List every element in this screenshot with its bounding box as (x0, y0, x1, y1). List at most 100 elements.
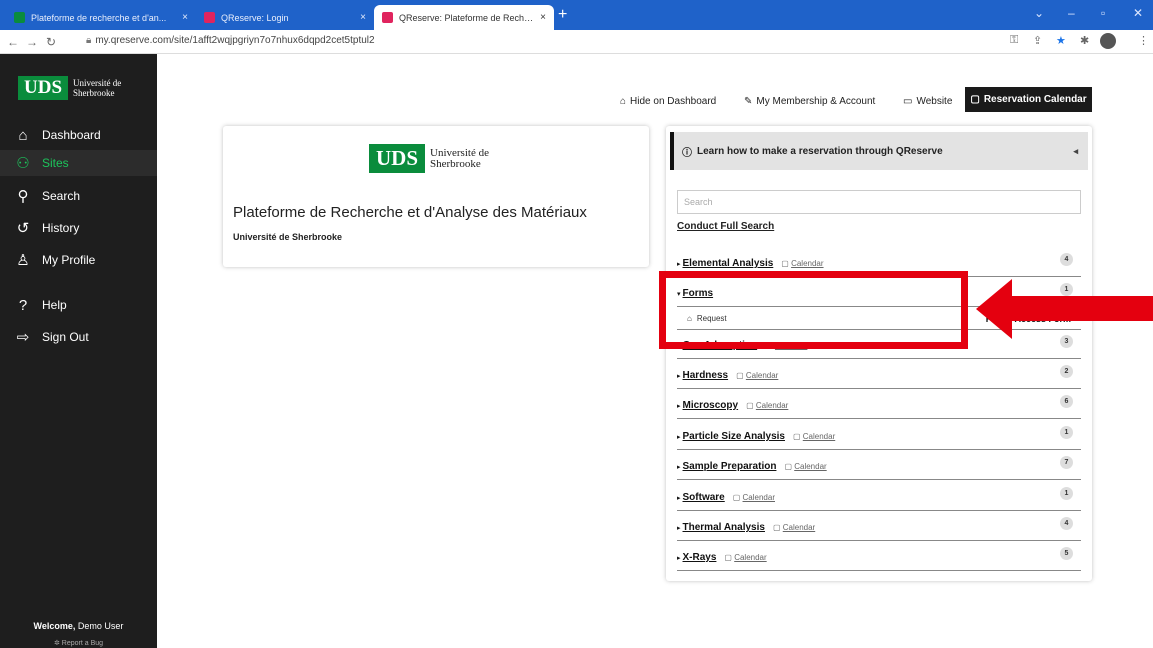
category-row[interactable]: ▸ Thermal Analysis ▢ Calendar 4 (677, 515, 1081, 541)
search-placeholder: Search (684, 197, 713, 207)
reload-icon[interactable]: ↻ (46, 35, 56, 49)
sidebar-item-dashboard[interactable]: ⌂ Dashboard (0, 122, 157, 148)
hide-dashboard-link[interactable]: ⌂ Hide on Dashboard (620, 89, 716, 113)
category-calendar-link[interactable]: ▢ Calendar (784, 462, 826, 471)
caret-right-icon: ▸ (677, 494, 681, 502)
sidebar-item-label: Sign Out (42, 330, 89, 344)
report-bug-label: Report a Bug (61, 640, 104, 647)
arrow-shaft (1010, 296, 1153, 321)
search-icon: ⚲ (17, 188, 29, 205)
sidebar-item-label: Dashboard (42, 128, 101, 142)
calendar-label: Calendar (791, 259, 824, 268)
website-link[interactable]: ▭ Website (903, 89, 952, 113)
count-badge: 7 (1060, 456, 1073, 469)
tab-close-icon[interactable]: × (182, 12, 188, 23)
category-name-link[interactable]: Microscopy (683, 400, 739, 411)
tab-close-icon[interactable]: × (360, 12, 366, 23)
sign-out-icon: ⇨ (16, 329, 30, 346)
sidebar-item-search[interactable]: ⚲ Search (0, 183, 157, 209)
bookmark-star-icon[interactable]: ★ (1056, 34, 1066, 47)
logo-line2: Sherbrooke (73, 88, 115, 98)
category-name-link[interactable]: X-Rays (683, 552, 717, 563)
category-name-link[interactable]: Particle Size Analysis (683, 431, 785, 442)
welcome-user-name: Demo User (77, 621, 124, 631)
browser-tab[interactable]: Plateforme de recherche et d'an... × (6, 5, 196, 30)
browser-tab-bar: Plateforme de recherche et d'an... × QRe… (0, 0, 1153, 30)
category-calendar-link[interactable]: ▢ Calendar (773, 523, 815, 532)
calendar-label: Calendar (734, 553, 767, 562)
key-icon[interactable]: ⚿ (1010, 34, 1018, 47)
calendar-label: Calendar (755, 401, 789, 410)
logo-abbreviation: UDS (369, 144, 426, 173)
category-name-link[interactable]: Sample Preparation (683, 461, 777, 472)
count-badge: 4 (1060, 253, 1073, 266)
category-row[interactable]: ▸ X-Rays ▢ Calendar 5 (677, 545, 1081, 571)
category-row[interactable]: ▸ Hardness ▢ Calendar 2 (677, 363, 1081, 389)
welcome-label: Welcome, (33, 621, 76, 631)
caret-right-icon: ▸ (677, 463, 681, 471)
category-calendar-link[interactable]: ▢ Calendar (746, 401, 788, 410)
category-row[interactable]: ▸ Sample Preparation ▢ Calendar 7 (677, 454, 1081, 480)
sidebar-item-sign-out[interactable]: ⇨ Sign Out (0, 324, 157, 350)
category-row[interactable]: ▸ Particle Size Analysis ▢ Calendar 1 (677, 424, 1081, 450)
learn-reservation-banner[interactable]: ⓘ Learn how to make a reservation through… (670, 132, 1088, 170)
close-window-icon[interactable]: ✕ (1133, 6, 1143, 20)
share-icon[interactable]: ⇪ (1033, 34, 1042, 47)
category-calendar-link[interactable]: ▢ Calendar (724, 553, 766, 562)
menu-icon[interactable]: ⋮ (1138, 34, 1149, 47)
category-calendar-link[interactable]: ▢ Calendar (733, 493, 775, 502)
help-icon: ? (18, 296, 28, 314)
full-search-link[interactable]: Conduct Full Search (677, 221, 774, 232)
resource-search-input[interactable]: Search (677, 190, 1081, 214)
caret-right-icon: ▸ (677, 372, 681, 380)
sidebar-item-history[interactable]: ↺ History (0, 215, 157, 241)
category-calendar-link[interactable]: ▢ Calendar (736, 371, 778, 380)
sidebar-item-sites[interactable]: ⚇ Sites (0, 150, 157, 176)
extensions-icon[interactable]: ✱ (1080, 34, 1089, 47)
browser-tab[interactable]: QReserve: Login × (196, 5, 374, 30)
reservation-calendar-button[interactable]: ▢ Reservation Calendar (965, 87, 1092, 112)
count-badge: 3 (1060, 335, 1073, 348)
avatar[interactable] (1100, 33, 1116, 49)
sidebar-logo[interactable]: UDS Université de Sherbrooke (18, 76, 121, 100)
category-calendar-link[interactable]: ▢ Calendar (781, 259, 823, 268)
sidebar-item-label: Sites (42, 156, 69, 170)
tab-close-icon[interactable]: × (540, 12, 546, 23)
history-icon: ↺ (16, 220, 30, 237)
window-icon: ▭ (903, 95, 913, 107)
maximize-icon[interactable]: ▫ (1101, 6, 1105, 20)
highlight-box (659, 271, 968, 349)
calendar-icon: ▢ (784, 462, 795, 471)
website-label: Website (916, 95, 953, 107)
category-name-link[interactable]: Hardness (683, 370, 729, 381)
hide-dashboard-label: Hide on Dashboard (630, 95, 717, 107)
sidebar-item-help[interactable]: ? Help (0, 292, 157, 318)
new-tab-button[interactable]: + (558, 6, 567, 24)
category-name-link[interactable]: Software (683, 492, 725, 503)
tab-search-icon[interactable]: ⌄ (1034, 6, 1044, 20)
membership-link[interactable]: ✎ My Membership & Account (744, 89, 875, 113)
caret-left-icon[interactable]: ◂ (1073, 146, 1078, 157)
category-row[interactable]: ▸ Software ▢ Calendar 1 (677, 485, 1081, 511)
count-badge: 1 (1060, 283, 1073, 296)
forward-icon[interactable]: → (26, 35, 38, 49)
count-badge: 6 (1060, 395, 1073, 408)
category-name-link[interactable]: Thermal Analysis (683, 522, 765, 533)
qreserve-favicon-icon (204, 12, 215, 23)
qreserve-favicon-icon (382, 12, 393, 23)
count-badge: 1 (1060, 426, 1073, 439)
count-badge: 4 (1060, 517, 1073, 530)
category-name-link[interactable]: Elemental Analysis (683, 258, 774, 269)
reservation-calendar-label: Reservation Calendar (983, 94, 1087, 105)
url-field[interactable]: 🔒︎ my.qreserve.com/site/1afft2wqjpgriyn7o… (86, 35, 375, 46)
browser-tab-active[interactable]: QReserve: Plateforme de Recherc... × (374, 5, 554, 30)
back-icon[interactable]: ← (7, 35, 19, 49)
count-badge: 1 (1060, 487, 1073, 500)
category-row[interactable]: ▸ Microscopy ▢ Calendar 6 (677, 393, 1081, 419)
category-calendar-link[interactable]: ▢ Calendar (793, 432, 835, 441)
bug-icon: ✲ (53, 640, 62, 647)
minimize-icon[interactable]: – (1068, 6, 1075, 20)
report-bug-link[interactable]: ✲ Report a Bug (0, 639, 157, 647)
sidebar-item-my-profile[interactable]: ♙ My Profile (0, 247, 157, 273)
site-favicon-icon (14, 12, 25, 23)
